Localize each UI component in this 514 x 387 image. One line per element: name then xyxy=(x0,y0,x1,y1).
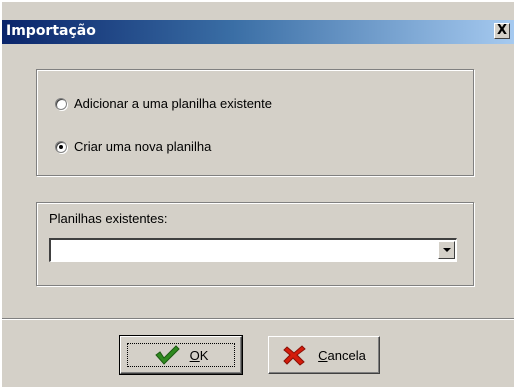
existing-sheets-label: Planilhas existentes: xyxy=(49,211,168,226)
radio-create-new[interactable]: Criar uma nova planilha xyxy=(55,139,211,154)
close-button[interactable]: X xyxy=(494,23,510,39)
focus-rectangle xyxy=(127,343,235,367)
chevron-down-icon[interactable] xyxy=(438,241,455,259)
radio-create-new-label[interactable]: Criar uma nova planilha xyxy=(74,139,211,154)
import-mode-group: Adicionar a uma planilha existente Criar… xyxy=(36,69,474,176)
window-title: Importação xyxy=(6,23,96,39)
radio-add-existing-circle[interactable] xyxy=(55,97,67,110)
ok-button[interactable]: OK xyxy=(119,335,243,375)
cancel-button[interactable]: Cancela xyxy=(268,336,380,374)
title-bar[interactable]: Importação X xyxy=(2,20,514,44)
red-x-icon xyxy=(283,345,306,366)
radio-add-existing-label[interactable]: Adicionar a uma planilha existente xyxy=(74,96,272,111)
existing-sheets-dropdown[interactable] xyxy=(49,238,457,262)
button-separator xyxy=(2,318,514,320)
existing-sheets-group: Planilhas existentes: xyxy=(36,202,474,286)
radio-add-existing[interactable]: Adicionar a uma planilha existente xyxy=(55,96,272,111)
import-dialog: Importação X Adicionar a uma planilha ex… xyxy=(0,0,514,387)
radio-create-new-circle[interactable] xyxy=(55,140,67,153)
close-icon: X xyxy=(496,23,508,38)
cancel-label: Cancela xyxy=(318,347,366,363)
